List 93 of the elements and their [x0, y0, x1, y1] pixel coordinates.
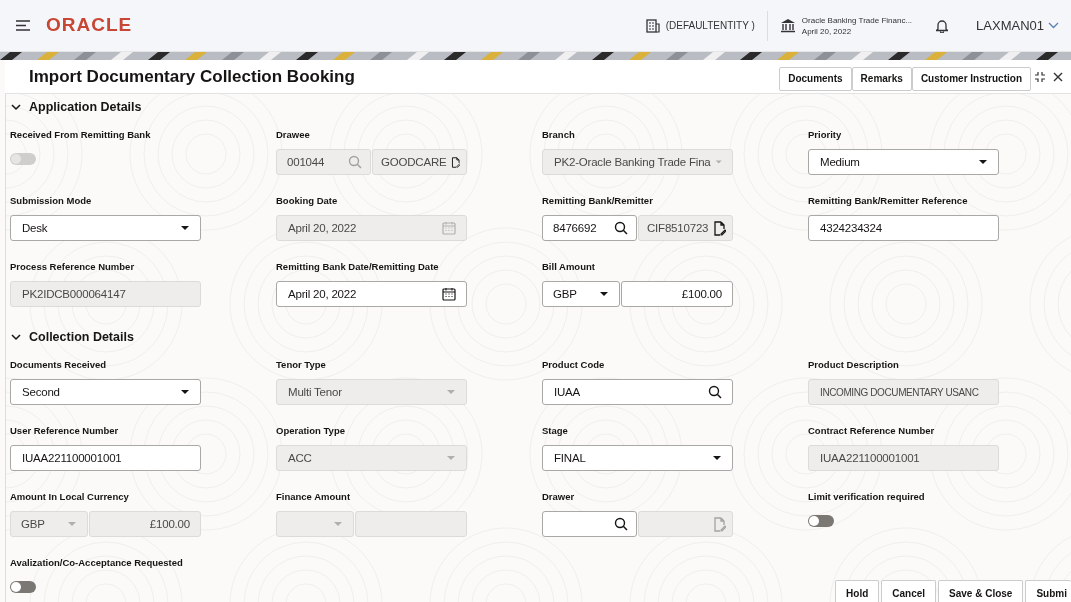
calendar-icon: [442, 221, 456, 236]
input-field[interactable]: 4324234324: [808, 215, 999, 242]
entity-label[interactable]: (DEFAULTENTITY ): [665, 18, 755, 33]
currency-select: GBP: [10, 511, 88, 538]
input-field: PK2IDCB000064147: [10, 281, 201, 308]
input-field[interactable]: IUAA: [542, 379, 733, 406]
field-label: Drawer: [542, 490, 576, 504]
date-field[interactable]: April 20, 2022: [276, 281, 467, 308]
bank-icon: [779, 18, 796, 33]
search-icon: [614, 517, 628, 532]
field-label: Tenor Type: [276, 358, 327, 372]
footer-button[interactable]: Save & Close: [938, 580, 1024, 602]
select-field: Multi Tenor: [276, 379, 467, 406]
field-label: Submission Mode: [10, 194, 93, 208]
input-field[interactable]: IUAA221100001001: [10, 445, 201, 472]
field-label: Remitting Bank/Remitter: [542, 194, 654, 208]
oracle-logo[interactable]: ORACLE: [46, 11, 133, 40]
amount-field[interactable]: £100.00: [621, 281, 733, 308]
branch-date: April 20, 2022: [801, 25, 853, 37]
select-field[interactable]: FINAL: [542, 445, 733, 472]
input-field: IUAA221100001001: [808, 445, 999, 472]
close-icon[interactable]: [1053, 71, 1063, 82]
field-label: Finance Amount: [276, 490, 352, 504]
field-label: Contract Reference Number: [808, 424, 936, 438]
caret-icon: [446, 455, 456, 462]
caret-icon: [712, 455, 722, 462]
footer-button[interactable]: Hold: [835, 580, 880, 602]
amount-field: £100.00: [89, 511, 201, 538]
lookup-field: 001044: [276, 149, 371, 176]
lookup-field[interactable]: [542, 511, 637, 538]
field-label: Product Description: [808, 358, 900, 372]
caret-icon: [67, 521, 77, 528]
toggle-switch[interactable]: [808, 515, 834, 528]
search-icon: [348, 155, 362, 170]
caret-icon: [978, 159, 988, 166]
menu-icon: [16, 20, 30, 31]
toggle-switch[interactable]: [10, 581, 36, 594]
date-field: April 20, 2022: [276, 215, 467, 242]
user-menu[interactable]: LAXMAN01: [976, 15, 1059, 36]
field-label: Stage: [542, 424, 569, 438]
input-field: INCOMING DOCUMENTARY USANC: [808, 379, 999, 406]
currency-select[interactable]: GBP: [542, 281, 620, 308]
name-field: CIF8510723: [638, 215, 733, 242]
field-label: User Reference Number: [10, 424, 120, 438]
branch-name: Oracle Banking Trade Financ...: [801, 14, 913, 26]
search-icon: [614, 221, 628, 236]
field-label: Remitting Bank Date/Remitting Date: [276, 260, 440, 274]
toolbar-button[interactable]: Documents: [779, 66, 852, 91]
document-edit-icon: [713, 220, 726, 236]
caret-icon: [599, 291, 609, 298]
field-label: Drawee: [276, 128, 311, 142]
select-field[interactable]: Medium: [808, 149, 999, 176]
field-label: Priority: [808, 128, 843, 142]
bell-icon: [936, 18, 949, 33]
field-label: Booking Date: [276, 194, 339, 208]
field-label: Avalization/Co-Acceptance Requested: [10, 556, 184, 570]
search-icon: [708, 385, 722, 400]
field-label: Bill Amount: [542, 260, 596, 274]
calendar-icon: [442, 287, 456, 302]
select-field[interactable]: Desk: [10, 215, 201, 242]
caret-icon: [714, 159, 722, 166]
footer-button[interactable]: Cancel: [881, 580, 937, 602]
field-label: Received From Remitting Bank: [10, 128, 152, 142]
toolbar-button[interactable]: Remarks: [851, 66, 912, 91]
select-field[interactable]: Second: [10, 379, 201, 406]
building-icon: [645, 18, 660, 33]
chevron-down-icon: [11, 333, 21, 341]
footer-button[interactable]: Submi: [1025, 580, 1071, 602]
field-label: Operation Type: [276, 424, 346, 438]
caret-icon: [333, 521, 343, 528]
chevron-down-icon: [11, 103, 21, 111]
document-edit-icon: [450, 154, 460, 170]
lookup-field[interactable]: 8476692: [542, 215, 637, 242]
field-label: Limit verification required: [808, 490, 926, 504]
toolbar-button[interactable]: Customer Instruction: [911, 66, 1031, 91]
name-field: GOODCARE: [372, 149, 467, 176]
field-label: Documents Received: [10, 358, 108, 372]
document-edit-icon: [713, 516, 726, 532]
window-title: Import Documentary Collection Booking: [29, 65, 356, 88]
collapse-icon[interactable]: [1035, 71, 1045, 82]
caret-icon: [180, 225, 190, 232]
select-field: ACC: [276, 445, 467, 472]
field-label: Product Code: [542, 358, 606, 372]
field-label: Remitting Bank/Remitter Reference: [808, 194, 969, 208]
field-label: Branch: [542, 128, 576, 142]
section-header[interactable]: Application Details: [6, 96, 1071, 118]
caret-icon: [180, 389, 190, 396]
select-field: PK2-Oracle Banking Trade Fina: [542, 149, 733, 176]
section-header[interactable]: Collection Details: [6, 326, 1071, 348]
field-label: Amount In Local Currency: [10, 490, 130, 504]
chevron-down-icon: [1048, 22, 1059, 29]
field-label: Process Reference Number: [10, 260, 136, 274]
caret-icon: [446, 389, 456, 396]
